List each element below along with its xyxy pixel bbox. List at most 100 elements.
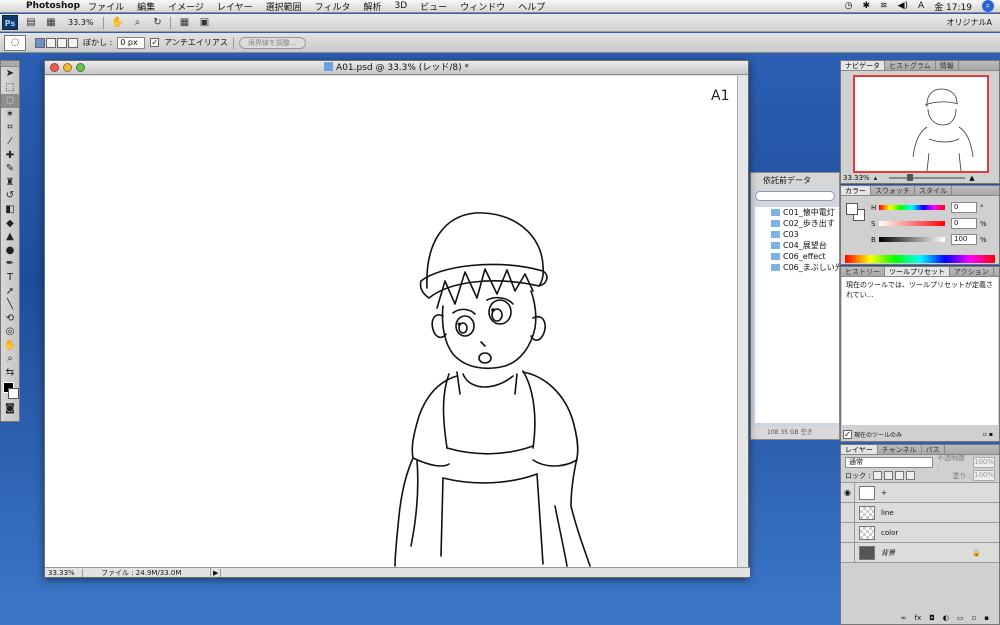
lock-position-icon[interactable]: [894, 471, 904, 480]
refine-edge-button[interactable]: 境界線を調整...: [238, 36, 306, 49]
zoom-tool-icon[interactable]: ⌕: [130, 17, 144, 29]
new-preset-icon[interactable]: ▫: [983, 431, 987, 438]
layer-visibility-toggle[interactable]: [841, 542, 855, 563]
menu-view[interactable]: ビュー: [420, 0, 447, 13]
saturation-input[interactable]: 0: [951, 218, 977, 229]
dodge-tool-icon[interactable]: ●: [1, 244, 19, 258]
canvas[interactable]: A1: [45, 76, 737, 568]
current-tool-only-checkbox[interactable]: ✓: [843, 430, 852, 439]
layer-style-icon[interactable]: fx: [915, 614, 922, 622]
pen-tool-icon[interactable]: ✒: [1, 257, 19, 271]
tab-layers[interactable]: レイヤー: [841, 445, 878, 454]
swap-colors-icon[interactable]: ⇆: [1, 366, 19, 380]
menu-select[interactable]: 選択範囲: [266, 0, 302, 13]
delete-layer-icon[interactable]: ▪: [984, 614, 989, 622]
zoom-slider[interactable]: [889, 174, 966, 181]
tab-tool-presets[interactable]: ツールプリセット: [885, 267, 950, 276]
clone-stamp-tool-icon[interactable]: ♜: [1, 176, 19, 190]
hue-slider[interactable]: [879, 205, 945, 210]
document-titlebar[interactable]: A01.psd @ 33.3% (レッド/8) *: [45, 61, 748, 75]
bridge-search-field[interactable]: [755, 191, 835, 201]
brightness-slider[interactable]: [879, 237, 945, 242]
view-extras-icon[interactable]: ▦: [44, 17, 58, 29]
tab-histogram[interactable]: ヒストグラム: [885, 61, 936, 70]
tab-actions[interactable]: アクション: [950, 267, 994, 276]
spotlight-icon[interactable]: ⌕: [982, 0, 994, 12]
menu-edit[interactable]: 編集: [137, 0, 155, 13]
zoom-in-icon[interactable]: ▲: [969, 174, 974, 182]
input-method-icon[interactable]: A: [918, 1, 924, 11]
menu-filter[interactable]: フィルタ: [315, 0, 351, 13]
status-menu-arrow-icon[interactable]: ▶: [211, 568, 221, 577]
intersect-selection-mode[interactable]: [68, 37, 78, 48]
crop-tool-icon[interactable]: ⌗: [1, 121, 19, 135]
healing-brush-tool-icon[interactable]: ✚: [1, 149, 19, 163]
blend-mode-select[interactable]: 通常: [845, 456, 934, 468]
screen-mode-icon[interactable]: ▣: [197, 17, 211, 29]
blur-tool-icon[interactable]: ▲: [1, 230, 19, 244]
line-tool-icon[interactable]: ╲: [1, 298, 19, 312]
menu-image[interactable]: イメージ: [168, 0, 204, 13]
eraser-tool-icon[interactable]: ◧: [1, 203, 19, 217]
tab-channels[interactable]: チャンネル: [878, 445, 922, 454]
type-tool-icon[interactable]: T: [1, 271, 19, 285]
menu-file[interactable]: ファイル: [88, 0, 124, 13]
3d-rotate-tool-icon[interactable]: ⟲: [1, 312, 19, 326]
3d-orbit-tool-icon[interactable]: ◎: [1, 325, 19, 339]
folder-item[interactable]: C04_展望台: [755, 240, 839, 251]
tab-navigator[interactable]: ナビゲータ: [841, 61, 885, 70]
zoom-out-icon[interactable]: ▴: [874, 174, 878, 182]
layer-visibility-eye-icon[interactable]: ◉: [841, 482, 855, 503]
menu-window[interactable]: ウィンドウ: [460, 0, 505, 13]
lasso-tool-icon[interactable]: ◌: [1, 94, 19, 108]
path-selection-tool-icon[interactable]: ➚: [1, 285, 19, 299]
timemachine-icon[interactable]: ◷: [845, 1, 853, 11]
folder-item[interactable]: C02_歩き出す: [755, 218, 839, 229]
folder-item[interactable]: C06_effect: [755, 251, 839, 262]
fill-input[interactable]: 100%: [973, 470, 995, 481]
wifi-icon[interactable]: ≋: [880, 1, 888, 11]
tab-swatches[interactable]: スウォッチ: [871, 186, 915, 195]
bluetooth-icon[interactable]: ✱: [862, 1, 870, 11]
hue-input[interactable]: 0: [951, 202, 977, 213]
brightness-input[interactable]: 100: [951, 234, 977, 245]
eyedropper-tool-icon[interactable]: ⁄: [1, 135, 19, 149]
tab-history[interactable]: ヒストリー: [841, 267, 885, 276]
layer-visibility-toggle[interactable]: [841, 522, 855, 543]
foreground-color-swatch[interactable]: [846, 203, 858, 215]
history-brush-tool-icon[interactable]: ↺: [1, 189, 19, 203]
menu-analysis[interactable]: 解析: [364, 0, 382, 13]
lock-transparency-icon[interactable]: [872, 471, 882, 480]
new-layer-icon[interactable]: ▫: [972, 614, 977, 622]
vertical-scrollbar[interactable]: [737, 76, 748, 568]
saturation-slider[interactable]: [879, 221, 945, 226]
zoom-button[interactable]: [76, 63, 85, 72]
hand-tool-icon[interactable]: ✋: [1, 339, 19, 353]
delete-preset-icon[interactable]: ▪: [989, 431, 993, 438]
lock-pixels-icon[interactable]: [883, 471, 893, 480]
app-menu[interactable]: Photoshop: [26, 1, 80, 11]
new-selection-mode[interactable]: [35, 37, 45, 48]
adjustment-layer-icon[interactable]: ◐: [943, 614, 949, 622]
background-color[interactable]: [8, 387, 19, 399]
move-tool-icon[interactable]: ➤: [1, 67, 19, 81]
add-selection-mode[interactable]: [46, 37, 56, 48]
zoom-slider-handle[interactable]: [907, 174, 914, 181]
subtract-selection-mode[interactable]: [57, 37, 67, 48]
quick-mask-icon[interactable]: ◙: [1, 402, 19, 416]
menu-layer[interactable]: レイヤー: [217, 0, 253, 13]
add-mask-icon[interactable]: ◘: [929, 614, 935, 622]
workspace-switcher[interactable]: オリジナルA: [947, 17, 992, 28]
lock-all-icon[interactable]: [905, 471, 915, 480]
status-zoom[interactable]: 33.33%: [45, 568, 83, 577]
lasso-preset-picker[interactable]: ◌: [4, 34, 26, 51]
bridge-icon[interactable]: ▤: [24, 17, 38, 29]
feather-input[interactable]: 0 px: [117, 36, 146, 49]
folder-item[interactable]: C03: [755, 229, 839, 240]
close-button[interactable]: [50, 63, 59, 72]
navigator-thumbnail[interactable]: [853, 75, 989, 173]
antialias-checkbox[interactable]: ✓: [150, 38, 160, 47]
hand-tool-icon[interactable]: ✋: [110, 17, 124, 29]
folder-item[interactable]: C01_懐中電灯: [755, 207, 839, 218]
zoom-tool-icon[interactable]: ⌕: [1, 352, 19, 366]
